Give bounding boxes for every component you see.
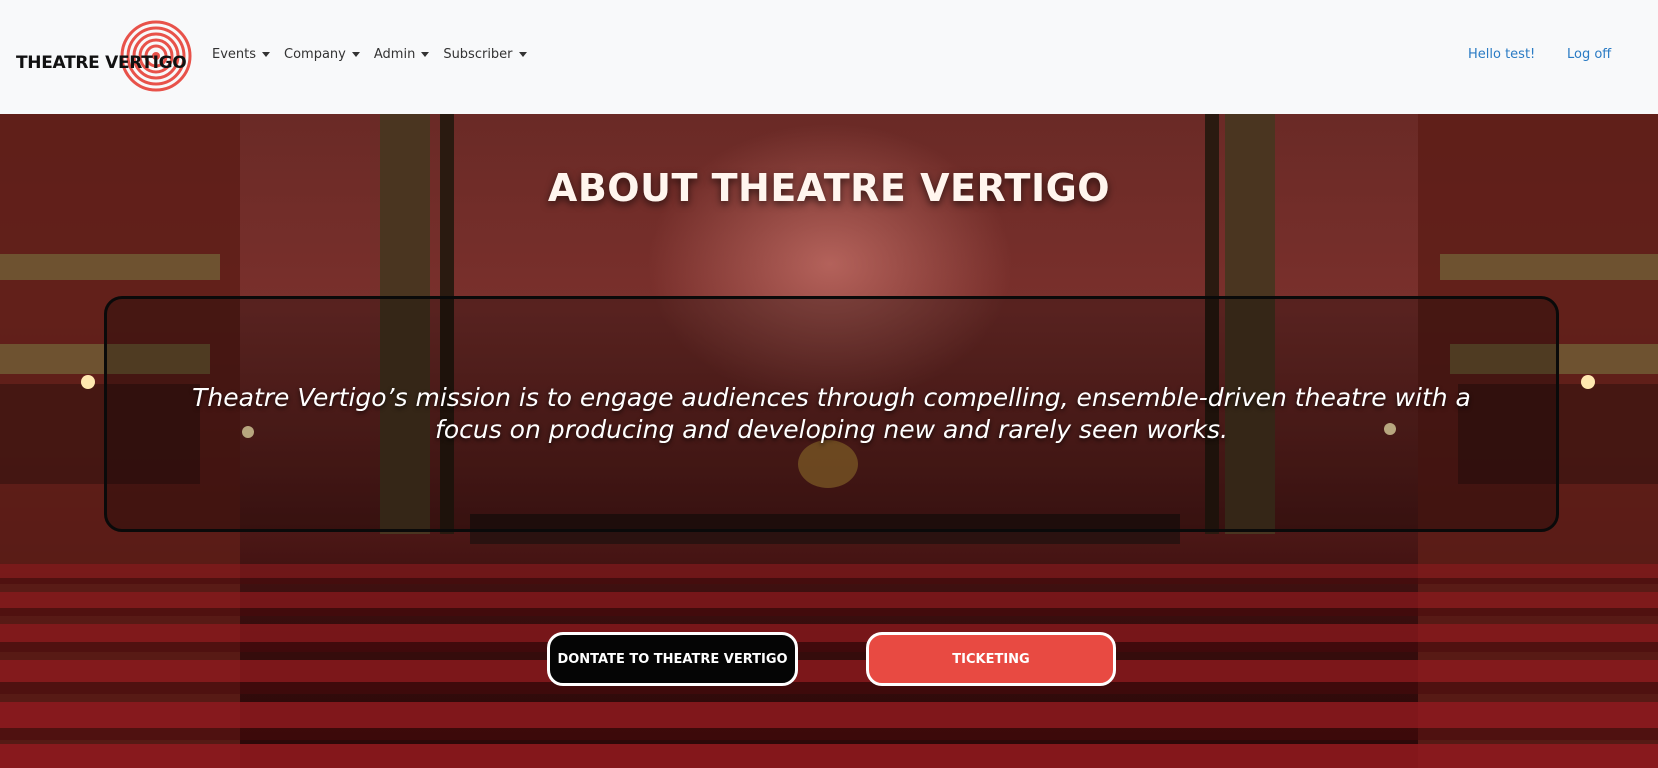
nav-company-dropdown[interactable]: Company	[284, 47, 360, 62]
caret-down-icon	[421, 52, 430, 57]
donate-button[interactable]: DONTATE TO THEATRE VERTIGO	[547, 632, 798, 686]
page-title: ABOUT THEATRE VERTIGO	[547, 166, 1111, 210]
nav-subscriber-dropdown[interactable]: Subscriber	[443, 47, 527, 62]
ticketing-button[interactable]: TICKETING	[866, 632, 1116, 686]
brand-name: THEATRE VERTIGO	[16, 53, 187, 73]
user-greeting-link[interactable]: Hello test!	[1468, 47, 1535, 62]
navbar: THEATRE VERTIGO Events Company Admin Sub…	[0, 0, 1658, 114]
brand-logo[interactable]: THEATRE VERTIGO	[14, 18, 192, 94]
nav-admin-dropdown[interactable]: Admin	[373, 47, 430, 62]
nav-subscriber-label: Subscriber	[443, 47, 513, 62]
logoff-link[interactable]: Log off	[1567, 47, 1611, 62]
mission-statement-box: Theatre Vertigo’s mission is to engage a…	[104, 296, 1559, 532]
mission-statement: Theatre Vertigo’s mission is to engage a…	[192, 383, 1471, 444]
nav-events-label: Events	[212, 47, 257, 62]
main-nav: Events Company Admin Subscriber	[212, 47, 527, 62]
caret-down-icon	[518, 52, 527, 57]
nav-events-dropdown[interactable]: Events	[212, 47, 271, 62]
nav-company-label: Company	[284, 47, 346, 62]
caret-down-icon	[351, 52, 360, 57]
hero-section: ABOUT THEATRE VERTIGO Theatre Vertigo’s …	[0, 114, 1658, 768]
nav-admin-label: Admin	[373, 47, 416, 62]
caret-down-icon	[262, 52, 271, 57]
